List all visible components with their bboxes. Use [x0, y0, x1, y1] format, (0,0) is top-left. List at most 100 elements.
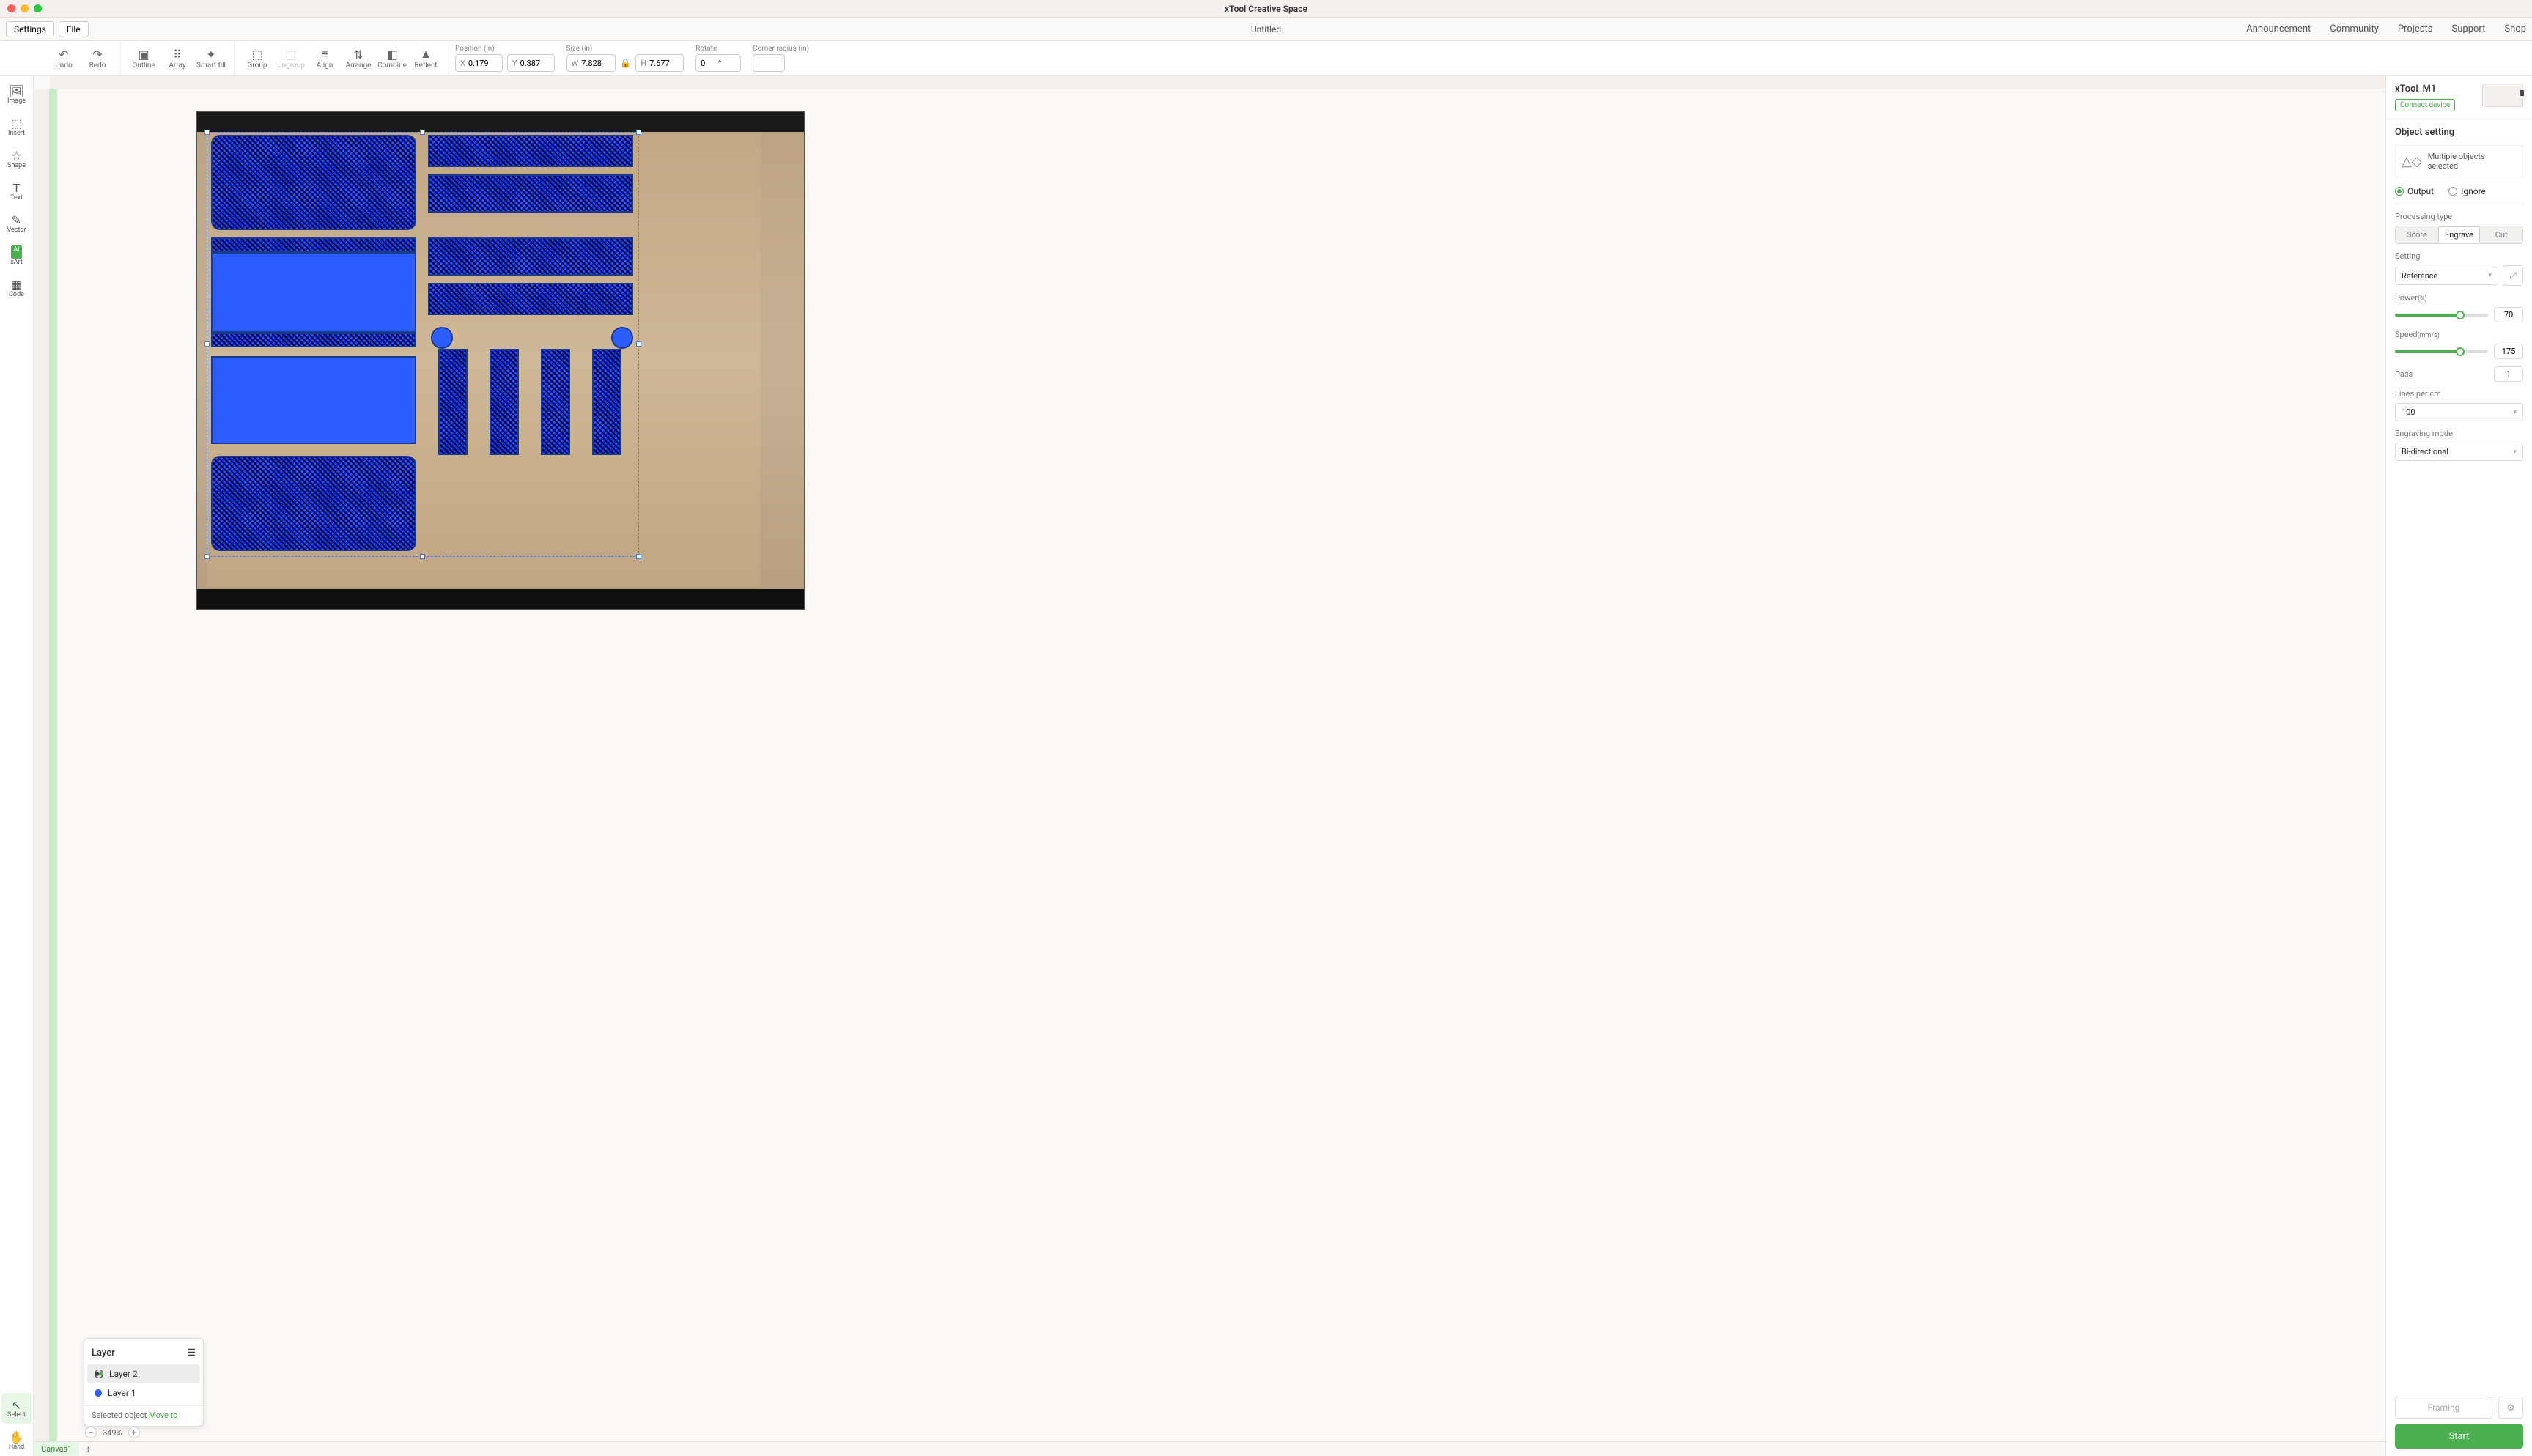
close-icon[interactable]: [7, 4, 15, 12]
side-select[interactable]: ↖Select: [1, 1393, 32, 1424]
link-projects[interactable]: Projects: [2398, 23, 2433, 34]
power-input[interactable]: [2494, 307, 2523, 322]
ignore-radio[interactable]: Ignore: [2448, 186, 2486, 196]
part-knob-right[interactable]: [611, 327, 633, 349]
link-community[interactable]: Community: [2330, 23, 2379, 34]
part-panel-mid-solid-2[interactable]: [211, 356, 416, 444]
part-pillar-3[interactable]: [541, 349, 570, 455]
size-w-input[interactable]: W: [566, 54, 616, 72]
minimize-icon[interactable]: [21, 4, 29, 12]
part-rail-3[interactable]: [428, 237, 633, 276]
layer-radio-2[interactable]: [95, 1370, 103, 1378]
selection-handle-se[interactable]: [636, 554, 641, 559]
pos-x-input[interactable]: X: [455, 54, 503, 72]
redo-button[interactable]: ↷Redo: [81, 43, 114, 74]
part-rail-1[interactable]: [428, 135, 633, 167]
power-slider[interactable]: [2395, 314, 2488, 317]
group-button[interactable]: ⬚Group: [240, 43, 274, 74]
layer-item-1[interactable]: Layer 1: [87, 1383, 200, 1403]
seg-cut[interactable]: Cut: [2480, 226, 2522, 243]
part-rail-2[interactable]: [428, 174, 633, 213]
lock-icon[interactable]: 🔒: [620, 58, 631, 68]
arrange-button[interactable]: ⇅Arrange: [342, 43, 375, 74]
selection-handle-ne[interactable]: [636, 130, 641, 135]
connect-device-button[interactable]: Connect device: [2395, 99, 2455, 111]
ungroup-button[interactable]: ⬚Ungroup: [274, 43, 308, 74]
combine-button[interactable]: ◧Combine: [375, 43, 409, 74]
start-button[interactable]: Start: [2395, 1424, 2523, 1449]
window-title: xTool Creative Space: [1225, 4, 1307, 14]
part-pillar-2[interactable]: [490, 349, 519, 455]
zoom-in-button[interactable]: +: [128, 1427, 140, 1438]
link-support[interactable]: Support: [2452, 23, 2486, 34]
lines-label: Lines per cm: [2395, 389, 2523, 399]
selection-handle-nw[interactable]: [204, 130, 210, 135]
device-name: xTool_M1: [2395, 84, 2455, 95]
speed-input[interactable]: [2494, 344, 2523, 359]
part-panel-top-left[interactable]: [211, 135, 416, 230]
side-vector[interactable]: ✎Vector: [1, 208, 32, 239]
size-h-input[interactable]: H: [635, 54, 684, 72]
layer-menu-icon[interactable]: ☰: [187, 1348, 196, 1359]
canvas-tab[interactable]: Canvas1: [34, 1442, 79, 1456]
setting-select[interactable]: Reference▾: [2395, 267, 2498, 285]
part-panel-mid-bottom[interactable]: [211, 333, 416, 347]
maximize-icon[interactable]: [34, 4, 42, 12]
array-button[interactable]: ⠿Array: [160, 43, 194, 74]
framing-button[interactable]: Framing: [2395, 1397, 2492, 1419]
move-to-link[interactable]: Move to: [149, 1411, 177, 1420]
pass-input[interactable]: [2494, 366, 2523, 382]
side-hand[interactable]: ✋Hand: [1, 1425, 32, 1456]
align-button[interactable]: ≡Align: [308, 43, 342, 74]
selection-handle-w[interactable]: [204, 341, 210, 347]
speed-slider[interactable]: [2395, 350, 2488, 353]
side-shape[interactable]: ☆Shape: [1, 144, 32, 174]
outline-button[interactable]: ▣Outline: [127, 43, 160, 74]
settings-button[interactable]: Settings: [6, 21, 54, 37]
side-text[interactable]: TText: [1, 176, 32, 207]
seg-score[interactable]: Score: [2396, 226, 2438, 243]
engmode-select[interactable]: Bi-directional▾: [2395, 443, 2523, 461]
file-button[interactable]: File: [59, 21, 89, 37]
undo-button[interactable]: ↶Undo: [47, 43, 81, 74]
selection-handle-sw[interactable]: [204, 554, 210, 559]
settings-gear-button[interactable]: ⚙: [2498, 1397, 2523, 1419]
side-image[interactable]: 🖼Image: [1, 79, 32, 110]
part-panel-bottom-left[interactable]: [211, 456, 416, 551]
rotate-input[interactable]: °: [695, 54, 741, 72]
link-shop[interactable]: Shop: [2504, 23, 2526, 34]
output-radio[interactable]: Output: [2395, 186, 2434, 196]
pos-y-input[interactable]: Y: [507, 54, 555, 72]
corner-input[interactable]: [753, 54, 785, 72]
add-canvas-button[interactable]: +: [79, 1444, 97, 1455]
zoom-out-button[interactable]: −: [85, 1427, 97, 1438]
smartfill-button[interactable]: ✦Smart fill: [194, 43, 228, 74]
radio-dot-off: [2448, 187, 2457, 196]
part-panel-mid-top[interactable]: [211, 237, 416, 252]
design-group[interactable]: [211, 135, 636, 553]
setting-expand-button[interactable]: ⤢: [2503, 265, 2523, 286]
part-panel-mid-solid-1[interactable]: [211, 252, 416, 333]
reflect-button[interactable]: ▲Reflect: [409, 43, 443, 74]
side-code[interactable]: ▦Code: [1, 273, 32, 303]
lines-select[interactable]: 100▾: [2395, 403, 2523, 421]
speed-row: [2395, 344, 2523, 359]
part-pillar-1[interactable]: [438, 349, 468, 455]
canvas[interactable]: [50, 89, 2385, 1441]
link-announcement[interactable]: Announcement: [2246, 23, 2311, 34]
part-pillar-4[interactable]: [592, 349, 621, 455]
part-knob-left[interactable]: [431, 327, 453, 349]
layer-panel[interactable]: Layer☰ Layer 2 Layer 1 Selected object M…: [84, 1338, 204, 1427]
layer-footer: Selected object Move to: [84, 1405, 203, 1420]
shapes-icon: △◇: [2402, 154, 2422, 169]
zoom-value: 349%: [103, 1428, 122, 1438]
part-rail-4[interactable]: [428, 283, 633, 315]
selection-handle-e[interactable]: [636, 341, 641, 347]
selection-handle-s[interactable]: [420, 554, 425, 559]
side-insert[interactable]: ⬚Insert: [1, 111, 32, 142]
selection-handle-n[interactable]: [420, 130, 425, 135]
seg-engrave[interactable]: Engrave: [2438, 226, 2481, 243]
layer-item-2[interactable]: Layer 2: [87, 1364, 200, 1383]
side-xart[interactable]: AIxArt: [1, 240, 32, 271]
radio-dot-on: [2395, 187, 2404, 196]
